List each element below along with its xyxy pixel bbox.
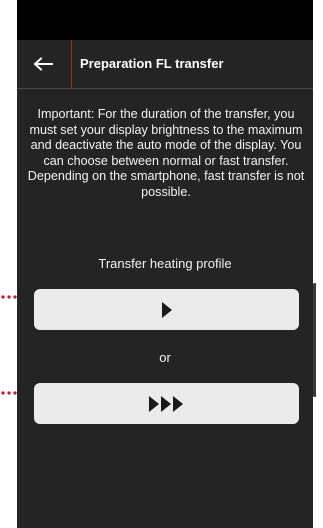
- phone-screen: Preparation FL transfer Important: For t…: [17, 0, 313, 528]
- app-header: Preparation FL transfer: [17, 40, 313, 89]
- arrow-left-icon: [33, 57, 53, 71]
- transfer-heating-profile-label: Transfer heating profile: [98, 256, 232, 271]
- status-bar: [17, 0, 313, 40]
- normal-transfer-button[interactable]: [34, 289, 299, 330]
- info-text: Important: For the duration of the trans…: [27, 107, 305, 199]
- back-button[interactable]: [17, 40, 69, 88]
- page-title: Preparation FL transfer: [80, 56, 224, 71]
- page: Preparation FL transfer Important: For t…: [0, 0, 323, 528]
- fast-forward-icon: [148, 395, 183, 412]
- fast-transfer-button[interactable]: [34, 383, 299, 424]
- or-label: or: [159, 350, 171, 365]
- header-divider: [71, 40, 72, 88]
- play-icon: [161, 301, 172, 318]
